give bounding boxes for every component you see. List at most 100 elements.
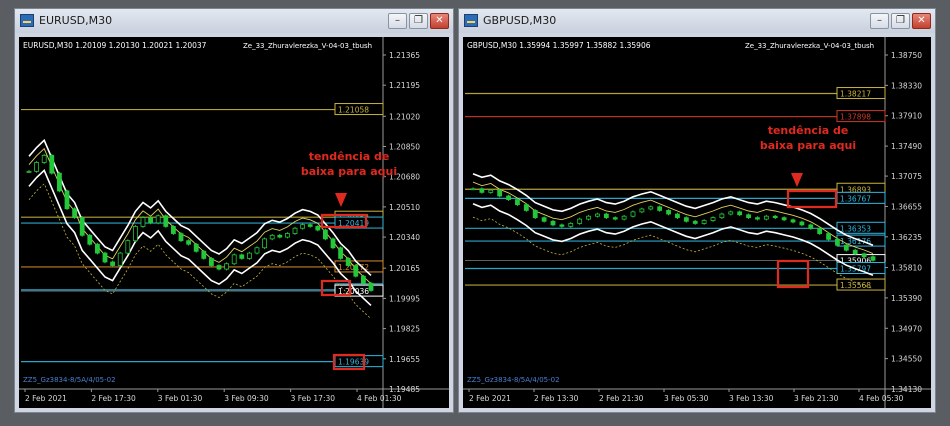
candle-body <box>57 172 62 192</box>
candle-body <box>826 233 831 240</box>
candle-body <box>488 189 494 193</box>
gbpusd-chart-window[interactable]: GBPUSD,M30 – ❐ ✕ 1.38750 1.38330 1.37910 1.… <box>458 8 936 413</box>
candle-body <box>231 254 237 265</box>
candle-body <box>603 213 609 219</box>
candle-body <box>763 215 769 220</box>
gbpusd-price-chart[interactable]: 1.38750 1.38330 1.37910 1.37490 1.37075 1.366… <box>463 37 931 408</box>
candle-body <box>246 252 252 259</box>
x-tick-label: 3 Feb 21:30 <box>794 394 839 403</box>
eurusd-window-title: EURUSD,M30 <box>39 14 113 27</box>
candle-body <box>666 210 671 215</box>
eurusd-titlebar[interactable]: EURUSD,M30 – ❐ ✕ <box>15 9 453 33</box>
candle-body <box>72 208 77 218</box>
x-tick-label: 3 Feb 05:30 <box>664 394 709 403</box>
candle-body <box>368 282 374 291</box>
eurusd-price-chart[interactable]: 1.213651.211951.210201.208501.206801.205… <box>19 37 449 408</box>
chart-watermark: ZZ5_Gz3834-8/5A/4/05-02 <box>23 376 116 384</box>
candle-body <box>648 206 654 210</box>
x-tick-label: 3 Feb 01:30 <box>158 394 203 403</box>
candle-body <box>550 220 556 226</box>
restore-button[interactable]: ❐ <box>891 13 910 29</box>
candle-body <box>746 214 751 219</box>
gbpusd-window-title: GBPUSD,M30 <box>483 14 557 27</box>
y-tick-label: 1.34550 <box>891 355 922 364</box>
candle-body <box>224 263 230 270</box>
eurusd-chart-window[interactable]: EURUSD,M30 – ❐ ✕ 1.21365 1.21195 1.21020 1.… <box>14 8 454 413</box>
candle-body <box>852 249 858 255</box>
candle-body <box>630 211 636 217</box>
candle-body <box>360 275 366 284</box>
candle-body <box>254 247 260 254</box>
x-tick-label: 2 Feb 13:30 <box>534 394 579 403</box>
candle-body <box>330 238 336 249</box>
candle-body <box>612 217 618 220</box>
x-tick-label: 2 Feb 21:30 <box>599 394 644 403</box>
candle-body <box>140 217 146 227</box>
close-button[interactable]: ✕ <box>430 13 449 29</box>
candle-body <box>692 220 698 224</box>
candle-body <box>41 154 47 163</box>
candle-body <box>26 170 32 173</box>
candle-body <box>79 217 85 236</box>
close-button[interactable]: ✕ <box>912 13 931 29</box>
candle-body <box>201 250 207 259</box>
minimize-button[interactable]: – <box>388 13 407 29</box>
chart-header: GBPUSD,M30 1.35994 1.35997 1.35882 1.359… <box>467 41 651 50</box>
indicator-name: Ze_33_Zhuravlerezka_V-04-03_tbush <box>745 42 874 50</box>
candle-body <box>790 219 796 223</box>
candle-body <box>87 234 93 245</box>
candle-body <box>568 223 574 227</box>
dotted-band-line <box>28 183 372 320</box>
x-tick-label: 2 Feb 17:30 <box>91 394 136 403</box>
candle-body <box>586 215 591 220</box>
candle-body <box>353 265 359 277</box>
candle-body <box>870 256 876 261</box>
candle-body <box>523 204 529 211</box>
candle-body <box>345 258 351 266</box>
eurusd-chart-area[interactable]: 1.21365 1.21195 1.21020 1.20850 1.20680 1.205… <box>19 37 449 408</box>
x-tick-label: 3 Feb 17:30 <box>291 394 336 403</box>
gbpusd-titlebar[interactable]: GBPUSD,M30 – ❐ ✕ <box>459 9 935 33</box>
candle-body <box>479 188 485 193</box>
candle-body <box>639 208 645 213</box>
candle-body <box>208 258 214 266</box>
candle-body <box>338 247 344 259</box>
minimize-button[interactable]: – <box>870 13 889 29</box>
indicator-name: Ze_33_Zhuravlerezka_V-04-03_tbush <box>243 42 372 50</box>
candle-body <box>772 215 778 219</box>
candle-body <box>808 224 814 229</box>
y-tick-label: 1.21020 <box>389 112 420 121</box>
chart-watermark: ZZ5_Gz3834-8/5A/4/05-02 <box>467 376 560 384</box>
candle-body <box>861 253 867 258</box>
annotation-line-2: baixa para aqui <box>760 139 856 152</box>
candle-body <box>322 229 328 240</box>
y-tick-label: 1.34130 <box>891 385 922 394</box>
candle-body <box>284 233 290 238</box>
candle-body <box>95 243 100 254</box>
y-tick-label: 1.21195 <box>389 81 420 90</box>
y-tick-label: 1.19655 <box>389 355 420 364</box>
restore-button[interactable]: ❐ <box>409 13 428 29</box>
candle-body <box>102 252 108 263</box>
candle-body <box>577 218 583 224</box>
gbpusd-chart-area[interactable]: 1.38750 1.38330 1.37910 1.37490 1.37075 1.366… <box>463 37 931 408</box>
candle-body <box>178 233 184 242</box>
price-label: 1.37898 <box>840 113 871 122</box>
y-tick-label: 1.38750 <box>891 51 922 60</box>
candle-body <box>728 211 734 215</box>
annotation-highlight-box <box>776 259 810 289</box>
price-label: 1.21058 <box>338 106 369 115</box>
y-tick-label: 1.36655 <box>891 202 922 211</box>
candle-body <box>675 213 680 219</box>
candle-body <box>269 234 275 240</box>
candle-body <box>683 217 689 222</box>
chart-window-icon <box>464 14 478 27</box>
price-label: 1.38217 <box>840 90 871 99</box>
annotation-arrow <box>335 193 347 207</box>
x-tick-label: 4 Feb 01:30 <box>357 394 402 403</box>
candle-body <box>843 244 849 251</box>
candle-body <box>506 195 511 200</box>
candle-body <box>163 215 169 227</box>
candle-body <box>64 190 70 210</box>
y-tick-label: 1.34970 <box>891 324 922 333</box>
